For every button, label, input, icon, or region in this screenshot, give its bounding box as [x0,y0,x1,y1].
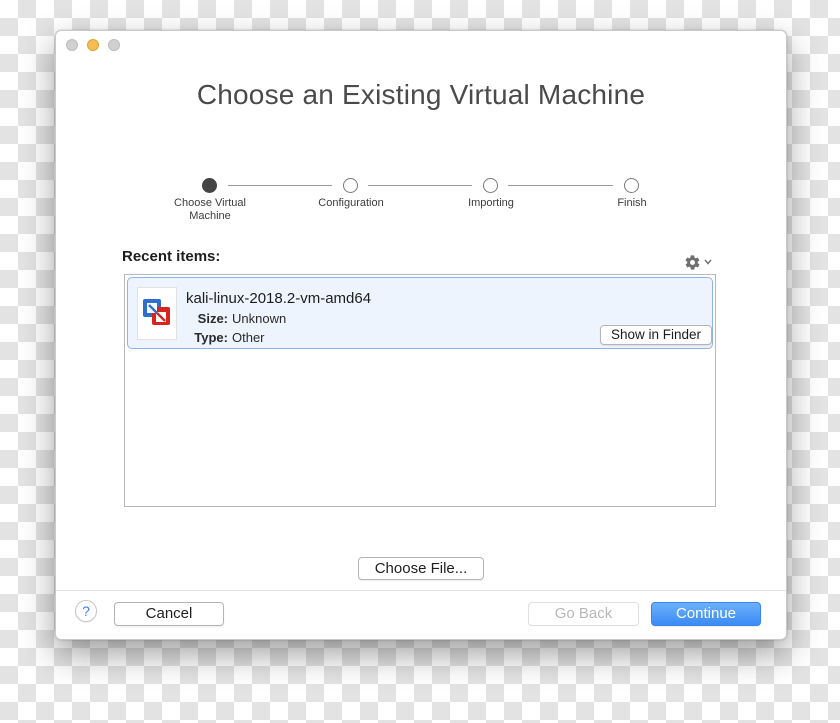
list-item[interactable]: kali-linux-2018.2-vm-amd64 Size: Unknown… [127,277,713,349]
step-connector [508,185,613,186]
help-button[interactable]: ? [75,600,97,622]
gear-menu-button[interactable] [684,253,718,271]
chevron-down-icon [704,259,712,265]
continue-button[interactable]: Continue [651,602,761,626]
cancel-button[interactable]: Cancel [114,602,224,626]
zoom-window-button[interactable] [108,39,120,51]
step-dot-configuration [343,178,358,193]
size-value: Unknown [232,311,287,326]
footer-divider [56,590,786,591]
show-in-finder-button[interactable]: Show in Finder [600,325,712,345]
step-label-choose-vm: Choose Virtual Machine [174,197,246,222]
type-value: Other [232,330,265,345]
vm-name: kali-linux-2018.2-vm-amd64 [186,290,372,307]
step-label-finish: Finish [617,197,647,209]
step-dot-finish [624,178,639,193]
step-dot-importing [483,178,498,193]
vmware-fusion-icon [137,287,177,340]
gear-icon [685,254,700,270]
choose-file-button[interactable]: Choose File... [358,557,484,580]
close-window-button[interactable] [66,39,78,51]
minimize-window-button[interactable] [87,39,99,51]
step-dot-choose-vm [202,178,217,193]
size-label: Size: [197,311,228,326]
step-indicator: Choose Virtual Machine Configuration Imp… [56,178,786,228]
page-title: Choose an Existing Virtual Machine [196,79,646,110]
type-label: Type: [194,330,228,345]
recent-items-label: Recent items: [122,248,221,265]
step-label-configuration: Configuration [318,197,384,209]
step-label-importing: Importing [468,197,514,209]
recent-items-list[interactable]: kali-linux-2018.2-vm-amd64 Size: Unknown… [124,274,716,507]
step-connector [368,185,472,186]
assistant-window: Choose an Existing Virtual Machine Choos… [55,30,787,640]
step-connector [228,185,332,186]
go-back-button[interactable]: Go Back [528,602,639,626]
